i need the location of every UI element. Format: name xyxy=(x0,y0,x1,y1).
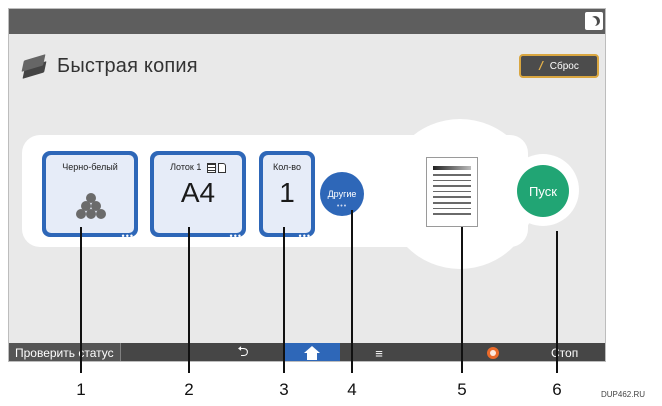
title-row: Быстрая копия xyxy=(19,51,198,81)
more-dots: ••• xyxy=(298,231,311,241)
callout-number-5: 5 xyxy=(457,380,467,399)
status-bar xyxy=(9,9,605,34)
moon-icon xyxy=(587,17,597,27)
callout-line-4 xyxy=(351,210,353,373)
callout-line-3 xyxy=(283,227,285,373)
figure-code: DUP462.RU xyxy=(601,390,646,399)
callout-number-1: 1 xyxy=(76,380,86,399)
bottom-bar: Проверить статус ⮌ ≡ Стоп xyxy=(9,343,605,361)
stop-icon[interactable] xyxy=(487,347,499,359)
reset-button-label: Сброс xyxy=(549,60,579,72)
other-settings-button[interactable]: Другие ••• xyxy=(320,172,364,216)
reset-button[interactable]: // Сброс xyxy=(519,54,599,78)
paper-tray-label: Лоток 1 xyxy=(170,162,202,172)
other-settings-label: Другие xyxy=(327,189,357,199)
callout-line-1 xyxy=(80,227,82,373)
document-preview[interactable] xyxy=(426,157,478,227)
tray-icon xyxy=(206,162,226,173)
copy-app-icon xyxy=(19,54,49,79)
reset-icon: // xyxy=(539,59,542,73)
quantity-label: Кол-во xyxy=(273,162,301,172)
quantity-value: 1 xyxy=(279,177,295,208)
page-title: Быстрая копия xyxy=(57,54,198,77)
callout-line-5 xyxy=(461,227,463,373)
back-icon[interactable]: ⮌ xyxy=(231,343,255,361)
callout-line-2 xyxy=(188,227,190,373)
callout-number-2: 2 xyxy=(184,380,194,399)
home-button[interactable] xyxy=(284,343,340,361)
quantity-tile[interactable]: Кол-во 1 ••• xyxy=(259,151,315,241)
start-button-label: Пуск xyxy=(529,183,557,199)
callout-line-6 xyxy=(556,231,558,373)
more-dots: ••• xyxy=(336,203,348,210)
color-mode-tile[interactable]: Черно-белый ••• xyxy=(42,151,138,241)
more-dots: ••• xyxy=(229,231,242,241)
start-button[interactable]: Пуск xyxy=(517,165,569,217)
paper-tray-label-row: Лоток 1 xyxy=(154,162,242,173)
callout-number-3: 3 xyxy=(279,380,289,399)
check-status-button[interactable]: Проверить статус xyxy=(9,343,121,361)
callout-number-4: 4 xyxy=(347,380,357,399)
check-status-label: Проверить статус xyxy=(15,346,114,360)
toner-icon xyxy=(76,193,106,219)
color-mode-label: Черно-белый xyxy=(62,162,118,172)
paper-tray-tile[interactable]: Лоток 1 A4 ••• xyxy=(150,151,246,241)
paper-size-value: A4 xyxy=(180,177,216,208)
energy-saver-button[interactable] xyxy=(585,12,603,30)
home-icon xyxy=(304,346,320,360)
callout-number-6: 6 xyxy=(552,380,562,399)
menu-icon[interactable]: ≡ xyxy=(369,343,389,361)
control-panel-screen: Быстрая копия // Сброс Черно-белый ••• Л… xyxy=(8,8,606,362)
more-dots: ••• xyxy=(121,231,134,241)
